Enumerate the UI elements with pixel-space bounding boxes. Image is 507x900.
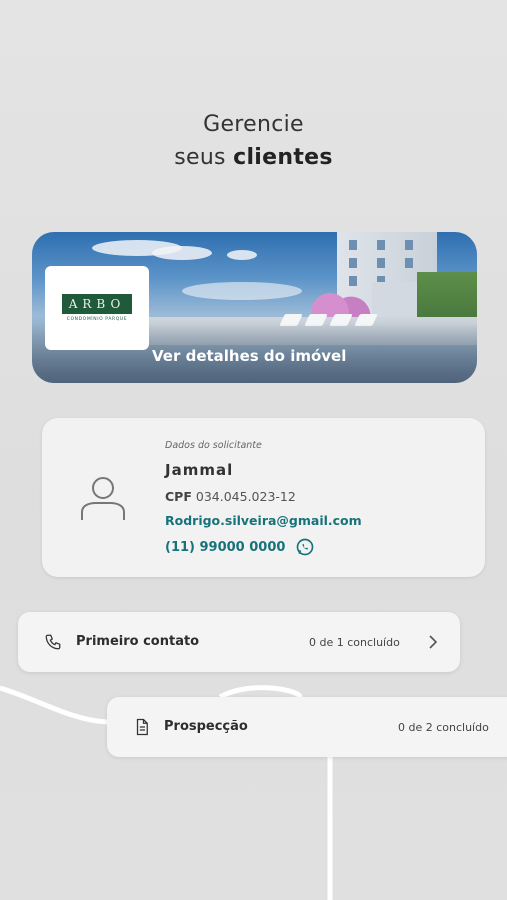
client-email-link[interactable]: Rodrigo.silveira@gmail.com (165, 513, 362, 528)
property-banner[interactable]: ARBO CONDOMÍNIO PARQUE Ver detalhes do i… (32, 232, 477, 383)
window (349, 240, 357, 250)
cloud (152, 246, 212, 260)
whatsapp-icon[interactable] (295, 537, 315, 557)
client-card: Dados do solicitante Jammal CPF 034.045.0… (42, 418, 485, 577)
stage-title: Primeiro contato (76, 634, 200, 649)
window (377, 258, 385, 268)
document-icon (136, 718, 148, 736)
headline-line-1: Gerencie (203, 112, 304, 137)
cloud (227, 250, 257, 260)
view-property-details-link[interactable]: Ver detalhes do imóvel (152, 347, 346, 365)
phone-row: (11) 99000 0000 (165, 537, 315, 557)
page-headline: Gerencie seus clientes (0, 108, 507, 174)
property-logo: ARBO CONDOMÍNIO PARQUE (45, 266, 149, 350)
cpf-label: CPF (165, 489, 192, 504)
client-phone-link[interactable]: (11) 99000 0000 (165, 540, 285, 555)
window (405, 258, 413, 268)
window (349, 276, 357, 286)
stage-title: Prospecção (164, 719, 248, 734)
applicant-data-label: Dados do solicitante (165, 440, 262, 451)
stage-progress: 0 de 1 concluído (309, 636, 400, 649)
user-icon (81, 477, 125, 520)
headline-regular: seus (174, 145, 226, 170)
chevron-right-icon (429, 635, 438, 649)
headline-line-2: seus clientes (0, 141, 507, 174)
client-name: Jammal (165, 461, 234, 479)
window (377, 240, 385, 250)
logo-subtitle: CONDOMÍNIO PARQUE (66, 317, 128, 322)
window (349, 258, 357, 268)
stage-prospecting[interactable]: Prospecção 0 de 2 concluído (107, 697, 507, 757)
logo-wordmark: ARBO (62, 294, 132, 314)
cpf-value: 034.045.023-12 (195, 489, 296, 504)
headline-bold: clientes (233, 145, 333, 170)
phone-icon (45, 634, 61, 650)
cloud (182, 282, 302, 300)
cpf-row: CPF 034.045.023-12 (165, 489, 296, 504)
stage-first-contact[interactable]: Primeiro contato 0 de 1 concluído (18, 612, 460, 672)
window (405, 240, 413, 250)
stage-progress: 0 de 2 concluído (398, 721, 489, 734)
